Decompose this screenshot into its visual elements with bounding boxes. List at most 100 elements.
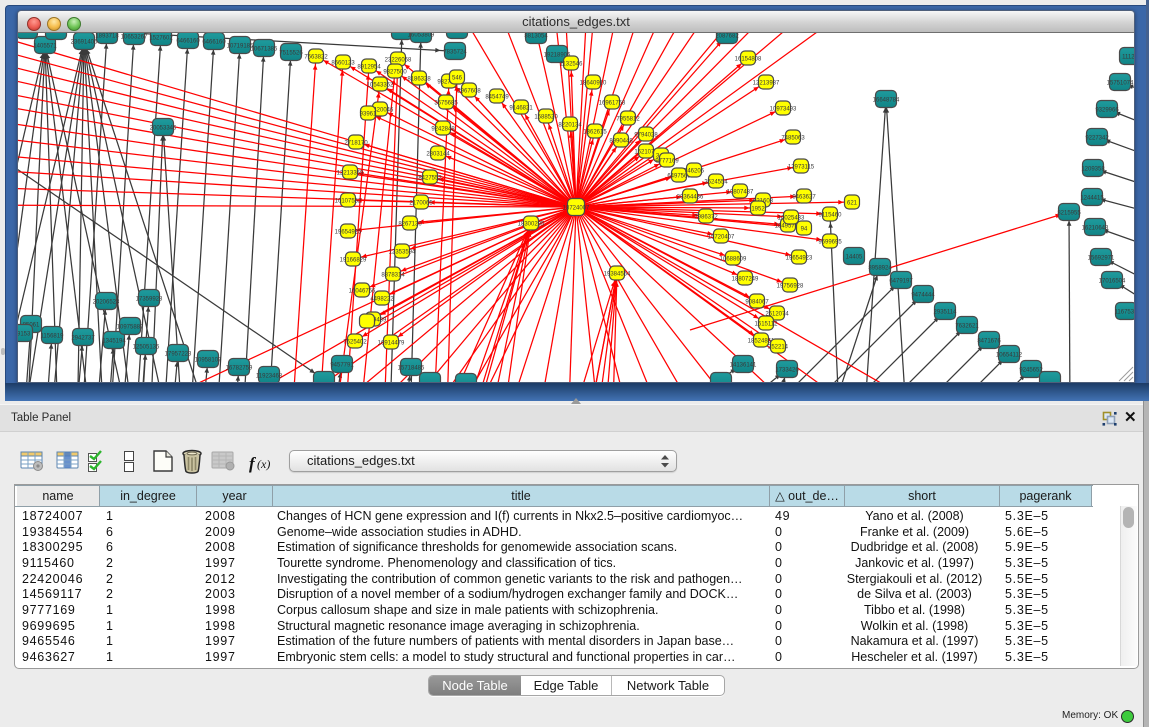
svg-text:19384554: 19384554 xyxy=(604,272,631,278)
svg-text:9794028: 9794028 xyxy=(634,133,658,139)
svg-text:7663822: 7663822 xyxy=(304,55,328,61)
svg-text:2087682: 2087682 xyxy=(715,34,739,40)
svg-text:3675685: 3675685 xyxy=(434,101,458,107)
svg-text:11123: 11123 xyxy=(1122,55,1134,61)
svg-text:19166829: 19166829 xyxy=(340,258,367,264)
svg-text:12505135: 12505135 xyxy=(133,345,160,351)
svg-text:9474444: 9474444 xyxy=(911,293,935,299)
svg-text:10107552: 10107552 xyxy=(335,199,362,205)
svg-text:23226058: 23226058 xyxy=(385,58,412,64)
svg-text:1733426: 1733426 xyxy=(775,368,799,374)
svg-text:9115460: 9115460 xyxy=(819,213,843,219)
svg-text:16210643: 16210643 xyxy=(1082,226,1109,232)
svg-text:1132546: 1132546 xyxy=(560,62,584,68)
svg-text:8912954: 8912954 xyxy=(357,65,381,71)
svg-text:12213369: 12213369 xyxy=(337,171,364,177)
svg-text:7835724: 7835724 xyxy=(443,50,467,56)
svg-text:20364436: 20364436 xyxy=(677,195,704,201)
svg-text:252214: 252214 xyxy=(768,345,789,351)
svg-text:94: 94 xyxy=(801,227,808,233)
svg-text:1952: 1952 xyxy=(751,207,765,213)
svg-text:14405: 14405 xyxy=(846,255,863,261)
svg-text:14136141: 14136141 xyxy=(730,363,757,369)
svg-text:17359928: 17359928 xyxy=(136,297,163,303)
svg-text:9245652: 9245652 xyxy=(1019,368,1043,374)
svg-text:39153: 39153 xyxy=(18,332,31,338)
svg-text:20053346: 20053346 xyxy=(150,126,177,132)
svg-text:10671385: 10671385 xyxy=(251,47,278,53)
svg-text:f: f xyxy=(249,454,257,473)
svg-text:8427552: 8427552 xyxy=(418,176,442,182)
svg-text:19654925: 19654925 xyxy=(335,230,362,236)
svg-text:10543362: 10543362 xyxy=(367,83,394,89)
svg-text:7515526: 7515526 xyxy=(279,51,303,57)
svg-text:2967608: 2967608 xyxy=(457,89,481,95)
svg-text:9777169: 9777169 xyxy=(655,159,679,165)
svg-text:16914479: 16914479 xyxy=(378,341,405,347)
svg-text:746206: 746206 xyxy=(684,169,705,175)
svg-text:15692971: 15692971 xyxy=(1088,256,1115,262)
svg-text:8813054: 8813054 xyxy=(524,34,548,40)
svg-text:11923468: 11923468 xyxy=(256,374,283,380)
svg-text:10975887: 10975887 xyxy=(117,325,144,331)
svg-text:8878314: 8878314 xyxy=(381,273,405,279)
svg-text:4498222: 4498222 xyxy=(370,297,394,303)
svg-text:1156819: 1156819 xyxy=(41,334,65,340)
svg-text:2718170: 2718170 xyxy=(344,141,368,147)
svg-text:1527602: 1527602 xyxy=(149,36,173,42)
svg-text:10688609: 10688609 xyxy=(720,257,747,263)
svg-text:546: 546 xyxy=(452,76,463,82)
svg-text:16961758: 16961758 xyxy=(599,101,626,107)
svg-text:9084067: 9084067 xyxy=(745,300,769,306)
svg-text:15718485: 15718485 xyxy=(398,366,425,372)
svg-text:16154808: 16154808 xyxy=(735,57,762,63)
svg-text:1209358: 1209358 xyxy=(1081,167,1105,173)
svg-text:621: 621 xyxy=(847,201,858,207)
svg-text:9457791: 9457791 xyxy=(330,363,354,369)
svg-text:23691406: 23691406 xyxy=(71,40,98,46)
svg-text:7955812: 7955812 xyxy=(616,117,640,123)
svg-text:1588520: 1588520 xyxy=(534,115,558,121)
svg-text:18640910: 18640910 xyxy=(580,81,607,87)
svg-text:7986372: 7986372 xyxy=(694,215,718,221)
svg-text:7632621: 7632621 xyxy=(955,324,979,330)
svg-text:2803144: 2803144 xyxy=(426,152,450,158)
svg-text:1893718: 1893718 xyxy=(95,34,119,40)
svg-text:15751074: 15751074 xyxy=(1107,81,1134,87)
svg-text:8220134: 8220134 xyxy=(558,123,582,129)
svg-text:8958924: 8958924 xyxy=(868,266,892,272)
svg-text:18724007: 18724007 xyxy=(563,206,590,212)
svg-text:9699695: 9699695 xyxy=(818,240,842,246)
svg-text:1615112: 1615112 xyxy=(755,322,779,328)
svg-text:6466160: 6466160 xyxy=(202,40,226,46)
svg-text:10807487: 10807487 xyxy=(727,190,754,196)
svg-text:8186328: 8186328 xyxy=(407,77,431,83)
svg-text:9146821: 9146821 xyxy=(509,106,533,112)
svg-text:9242848: 9242848 xyxy=(431,127,455,133)
svg-text:9463627: 9463627 xyxy=(792,195,816,201)
svg-text:18807249: 18807249 xyxy=(732,277,759,283)
svg-text:10973493: 10973493 xyxy=(770,107,797,113)
svg-text:16046756: 16046756 xyxy=(349,289,376,295)
svg-text:19654923: 19654923 xyxy=(786,256,813,262)
svg-text:(x): (x) xyxy=(257,457,270,471)
svg-text:8990448: 8990448 xyxy=(609,139,633,145)
svg-text:16648784: 16648784 xyxy=(873,98,900,104)
svg-text:17016504: 17016504 xyxy=(1099,279,1126,285)
svg-text:19756928: 19756928 xyxy=(777,284,804,290)
svg-text:8471676: 8471676 xyxy=(977,339,1001,345)
svg-text:2170065: 2170065 xyxy=(409,201,433,207)
svg-text:8215955: 8215955 xyxy=(1057,211,1081,217)
svg-text:10653267: 10653267 xyxy=(121,35,148,41)
svg-text:16053809: 16053809 xyxy=(408,33,435,39)
svg-text:9327500: 9327500 xyxy=(383,70,407,76)
svg-text:12973115: 12973115 xyxy=(788,165,815,171)
svg-text:2942737: 2942737 xyxy=(71,336,95,342)
svg-text:8660123: 8660123 xyxy=(331,61,355,67)
svg-text:1244415: 1244415 xyxy=(1080,196,1104,202)
svg-text:12353594: 12353594 xyxy=(389,250,416,256)
svg-text:6466160: 6466160 xyxy=(176,39,200,45)
svg-text:10958107: 10958107 xyxy=(195,358,222,364)
svg-text:7485063: 7485063 xyxy=(781,136,805,142)
svg-text:9227342: 9227342 xyxy=(1085,136,1109,142)
